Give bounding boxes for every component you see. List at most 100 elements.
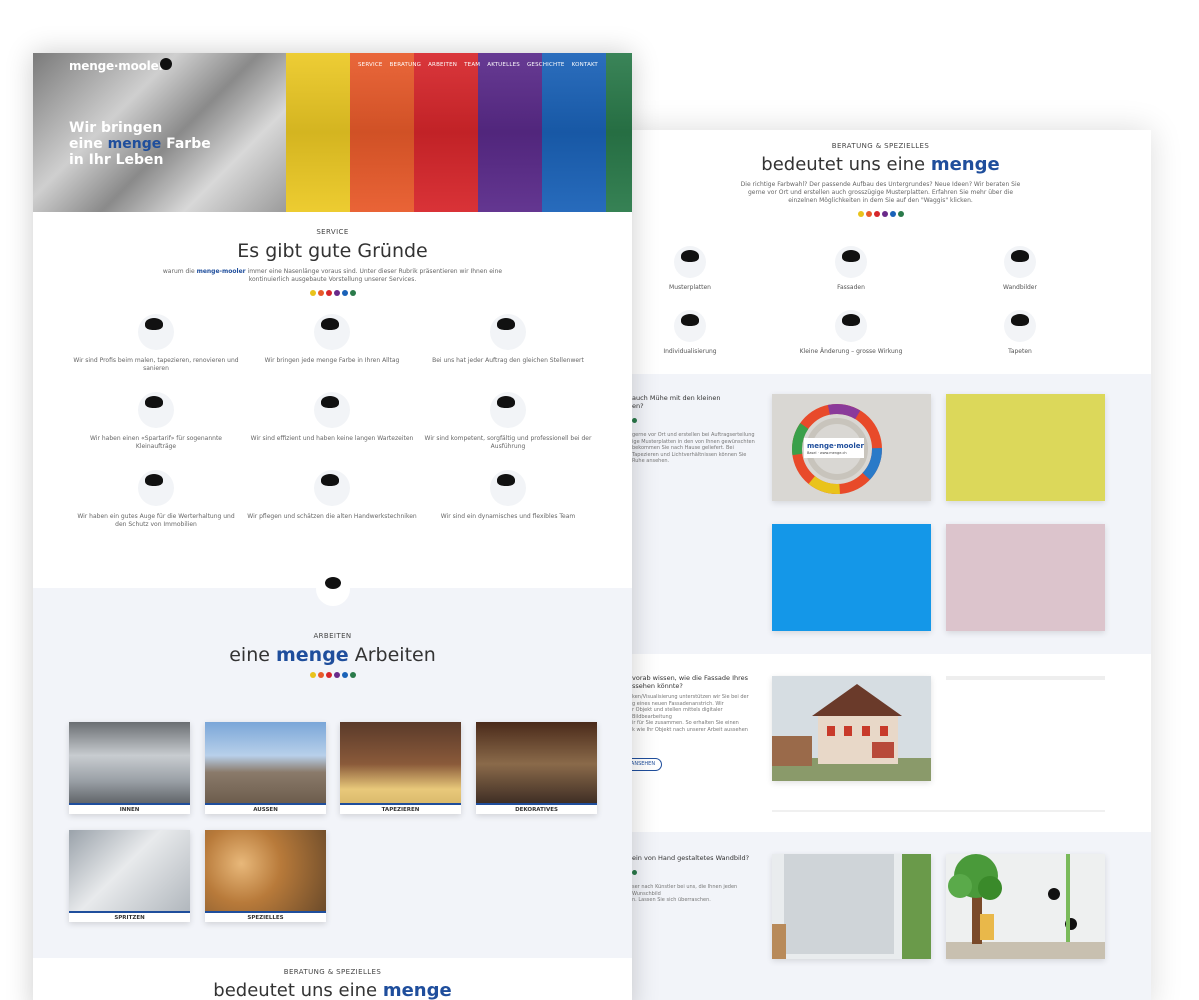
panel-question: auch Mühe mit den kleinen en? [632, 394, 721, 410]
blue-sample-tile[interactable] [772, 524, 931, 631]
work-image [69, 830, 190, 914]
pink-sample-tile[interactable] [946, 524, 1105, 631]
section-intro: Die richtige Farbwahl? Der passende Aufb… [740, 181, 1021, 204]
waggis-icon [490, 470, 526, 506]
waggis-icon [835, 246, 867, 278]
mascot-icon [316, 572, 350, 606]
red-stripe [414, 53, 478, 212]
panel-text: ken/Visualisierung unterstützen wir Sie … [632, 694, 749, 733]
nav-kontakt[interactable]: KONTAKT [572, 62, 598, 68]
work-image [205, 830, 326, 914]
beratung-teaser: BERATUNG & SPEZIELLES bedeutet uns eine … [33, 968, 632, 1000]
waggis-icon [1004, 246, 1036, 278]
house-facade-image[interactable] [772, 676, 931, 781]
work-card-spritzen[interactable]: SPRITZEN [69, 830, 190, 922]
section-title: bedeutet uns eine menge [213, 980, 452, 1000]
fan-brand-label: menge·mooler [807, 442, 864, 450]
color-fan-image[interactable]: menge·mooler Basel · www.menge.ch [772, 394, 931, 501]
divider [772, 810, 1105, 812]
nav-arbeiten[interactable]: ARBEITEN [428, 62, 457, 68]
fassaden-panel: vorab wissen, wie die Fassade Ihres sseh… [610, 654, 1151, 832]
service-item: Wir haben ein gutes Auge für die Werterh… [71, 470, 241, 529]
mural-image[interactable] [946, 854, 1105, 959]
panel-question: ein von Hand gestaltetes Wandbild? [632, 854, 750, 862]
waggis-icon [490, 314, 526, 350]
waggis-icon [674, 310, 706, 342]
service-item: Wir bringen jede menge Farbe in Ihren Al… [247, 314, 417, 365]
back-page: BERATUNG & SPEZIELLES bedeutet uns eine … [610, 130, 1151, 1000]
hero-headline: Wir bringen eine menge Farbe in Ihr Lebe… [69, 120, 211, 168]
yellow-stripe [286, 53, 350, 212]
panel-text: ser nach Künstler bei uns, die Ihnen jed… [632, 884, 738, 903]
nav-geschichte[interactable]: GESCHICHTE [527, 62, 565, 68]
work-image [205, 722, 326, 806]
main-nav: SERVICE BERATUNG ARBEITEN TEAM AKTUELLES… [358, 62, 598, 68]
placeholder-tile [946, 676, 1105, 680]
nav-aktuelles[interactable]: AKTUELLES [487, 62, 520, 68]
waggis-icon [674, 246, 706, 278]
nav-service[interactable]: SERVICE [358, 62, 383, 68]
service-grid: Wir sind Profis beim malen, tapezieren, … [33, 314, 632, 564]
waggis-icon [490, 392, 526, 428]
nav-team[interactable]: TEAM [464, 62, 480, 68]
work-card-dekoratives[interactable]: DEKORATIVES [476, 722, 597, 814]
work-card-aussen[interactable]: AUSSEN [205, 722, 326, 814]
section-title: eine menge Arbeiten [229, 644, 436, 666]
yellow-sample-tile[interactable] [946, 394, 1105, 501]
service-item: Wir sind ein dynamisches und flexibles T… [423, 470, 593, 521]
work-card-spezielles[interactable]: SPEZIELLES [205, 830, 326, 922]
section-title: bedeutet uns eine menge [761, 154, 1000, 175]
section-title: Es gibt gute Gründe [237, 240, 428, 262]
section-label: BERATUNG & SPEZIELLES [283, 968, 382, 976]
icon-item-individualisierung[interactable]: Individualisierung [610, 310, 770, 356]
waggis-icon [314, 314, 350, 350]
section-label: ARBEITEN [313, 632, 352, 640]
icon-item-kleine-aenderung[interactable]: Kleine Änderung – grosse Wirkung [771, 310, 931, 356]
color-dots [610, 211, 1151, 217]
front-page: menge·mooler SERVICE BERATUNG ARBEITEN T… [33, 53, 632, 1000]
waggis-icon [138, 392, 174, 428]
icon-item-musterplatten[interactable]: Musterplatten [610, 246, 770, 292]
fan-city-label: Basel · www.menge.ch [807, 451, 847, 455]
service-item: Wir sind Profis beim malen, tapezieren, … [71, 314, 241, 373]
waggis-icon [138, 470, 174, 506]
icon-item-fassaden[interactable]: Fassaden [771, 246, 931, 292]
musterplatten-panel: auch Mühe mit den kleinen en? gerne vor … [610, 374, 1151, 654]
section-intro: warum die menge-mooler immer eine Nasenl… [162, 268, 503, 283]
section-label: SERVICE [316, 228, 349, 236]
service-item: Wir haben einen «Spartarif» für sogenann… [71, 392, 241, 451]
waggis-icon [314, 392, 350, 428]
beratung-icon-grid: Musterplatten Fassaden Wandbilder Indivi… [610, 242, 1151, 372]
section-label: BERATUNG & SPEZIELLES [831, 142, 930, 150]
arbeiten-section: ARBEITEN eine menge Arbeiten INNEN AUSSE… [33, 572, 632, 958]
logo-mascot-icon [160, 58, 172, 70]
waggis-icon [835, 310, 867, 342]
logo[interactable]: menge·mooler [69, 59, 164, 73]
showcase-stage: BERATUNG & SPEZIELLES bedeutet uns eine … [0, 0, 1199, 1000]
service-item: Bei uns hat jeder Auftrag den gleichen S… [423, 314, 593, 365]
nav-beratung[interactable]: BERATUNG [390, 62, 422, 68]
purple-stripe [478, 53, 542, 212]
work-card-tapezieren[interactable]: TAPEZIEREN [340, 722, 461, 814]
icon-item-tapeten[interactable]: Tapeten [940, 310, 1100, 356]
work-card-innen[interactable]: INNEN [69, 722, 190, 814]
panel-text: gerne vor Ort und erstellen bei Auftrags… [632, 432, 755, 464]
work-image [69, 722, 190, 806]
beratung-intro: BERATUNG & SPEZIELLES bedeutet uns eine … [610, 130, 1151, 217]
white-wall-image[interactable] [772, 854, 931, 959]
green-dot [632, 870, 637, 875]
color-dots [33, 290, 632, 296]
color-dots [33, 672, 632, 678]
service-item: Wir sind kompetent, sorgfältig und profe… [423, 392, 593, 451]
work-image [340, 722, 461, 806]
hero-banner: menge·mooler SERVICE BERATUNG ARBEITEN T… [33, 53, 632, 212]
waggis-icon [1004, 310, 1036, 342]
work-image [476, 722, 597, 806]
icon-item-wandbilder[interactable]: Wandbilder [940, 246, 1100, 292]
waggis-icon [314, 470, 350, 506]
service-item: Wir sind effizient und haben keine lange… [247, 392, 417, 443]
panel-question: vorab wissen, wie die Fassade Ihres sseh… [632, 674, 749, 690]
orange-stripe [350, 53, 414, 212]
waggis-icon [138, 314, 174, 350]
service-item: Wir pflegen und schätzen die alten Handw… [247, 470, 417, 521]
